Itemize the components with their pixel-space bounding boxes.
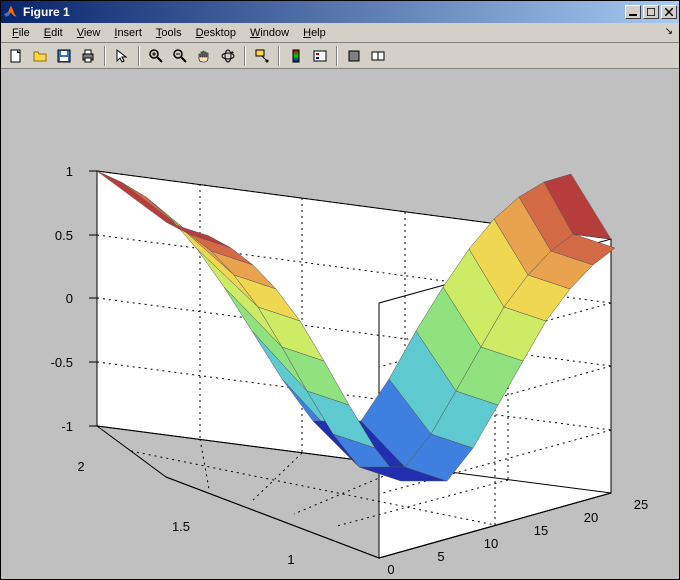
- toolbar-separator: [138, 46, 140, 66]
- svg-text:1: 1: [287, 552, 294, 567]
- menu-file[interactable]: File: [5, 25, 37, 41]
- svg-text:0.5: 0.5: [55, 228, 73, 243]
- toolbar: [1, 43, 679, 69]
- minimize-button[interactable]: [625, 5, 641, 19]
- zoom-in-button[interactable]: [145, 45, 167, 67]
- svg-text:5: 5: [437, 549, 444, 564]
- new-file-icon: [8, 48, 24, 64]
- dock-icon: [370, 48, 386, 64]
- maximize-button[interactable]: [643, 5, 659, 19]
- print-button[interactable]: [77, 45, 99, 67]
- data-cursor-button[interactable]: [251, 45, 273, 67]
- rotate-3d-icon: [220, 48, 236, 64]
- data-cursor-icon: [254, 48, 270, 64]
- pan-button[interactable]: [193, 45, 215, 67]
- colorbar-icon: [288, 48, 304, 64]
- save-button[interactable]: [53, 45, 75, 67]
- z-ticks: -1 -0.5 0 0.5 1: [51, 164, 73, 434]
- dock-button[interactable]: [367, 45, 389, 67]
- close-button[interactable]: [661, 5, 677, 19]
- hide-tools-icon: [346, 48, 362, 64]
- menu-insert[interactable]: Insert: [107, 25, 149, 41]
- toolbar-separator: [278, 46, 280, 66]
- matlab-icon: [3, 4, 19, 20]
- pan-icon: [196, 48, 212, 64]
- menu-edit[interactable]: Edit: [37, 25, 70, 41]
- menu-tools[interactable]: Tools: [149, 25, 189, 41]
- zoom-out-button[interactable]: [169, 45, 191, 67]
- svg-text:20: 20: [584, 510, 598, 525]
- toolbar-separator: [244, 46, 246, 66]
- new-figure-button[interactable]: [5, 45, 27, 67]
- open-button[interactable]: [29, 45, 51, 67]
- save-icon: [56, 48, 72, 64]
- zoom-in-icon: [148, 48, 164, 64]
- colorbar-button[interactable]: [285, 45, 307, 67]
- hide-tools-button[interactable]: [343, 45, 365, 67]
- figure-window: Figure 1 File Edit View Insert Tools Des…: [0, 0, 680, 580]
- svg-text:15: 15: [534, 523, 548, 538]
- window-title: Figure 1: [23, 5, 623, 19]
- surface-plot: -1 -0.5 0 0.5 1 1 1.5 2 0 5 10 15 20 25: [1, 69, 679, 579]
- svg-text:2: 2: [77, 459, 84, 474]
- svg-text:25: 25: [634, 497, 648, 512]
- svg-text:0: 0: [66, 291, 73, 306]
- menu-window[interactable]: Window: [243, 25, 296, 41]
- pointer-icon: [114, 48, 130, 64]
- titlebar[interactable]: Figure 1: [1, 1, 679, 23]
- svg-text:1: 1: [66, 164, 73, 179]
- menu-help[interactable]: Help: [296, 25, 333, 41]
- menu-desktop[interactable]: Desktop: [189, 25, 243, 41]
- toolbar-separator: [336, 46, 338, 66]
- toolbar-separator: [104, 46, 106, 66]
- svg-text:10: 10: [484, 536, 498, 551]
- menu-toggle-icon[interactable]: ↘: [665, 26, 673, 37]
- svg-text:0: 0: [387, 562, 394, 577]
- open-folder-icon: [32, 48, 48, 64]
- axes-area[interactable]: -1 -0.5 0 0.5 1 1 1.5 2 0 5 10 15 20 25: [1, 69, 679, 579]
- menu-view[interactable]: View: [70, 25, 108, 41]
- rotate-button[interactable]: [217, 45, 239, 67]
- print-icon: [80, 48, 96, 64]
- svg-text:-0.5: -0.5: [51, 355, 73, 370]
- svg-text:1.5: 1.5: [172, 519, 190, 534]
- legend-icon: [312, 48, 328, 64]
- zoom-out-icon: [172, 48, 188, 64]
- menubar: File Edit View Insert Tools Desktop Wind…: [1, 23, 679, 43]
- pointer-button[interactable]: [111, 45, 133, 67]
- svg-text:-1: -1: [61, 419, 73, 434]
- legend-button[interactable]: [309, 45, 331, 67]
